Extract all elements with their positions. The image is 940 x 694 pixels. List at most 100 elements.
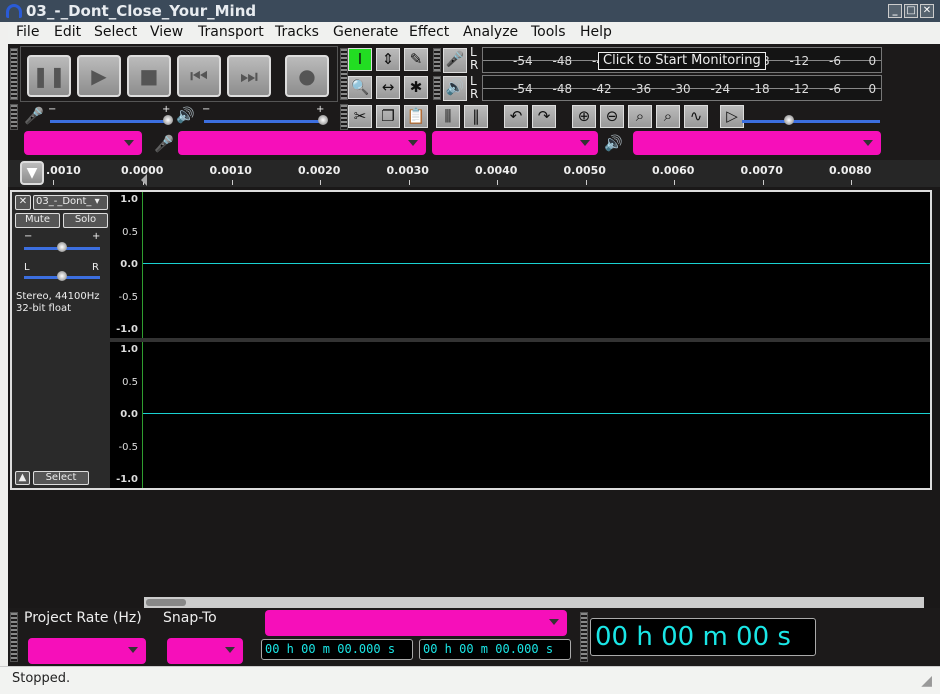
resize-grip-icon[interactable]: ◢: [921, 673, 932, 689]
menu-effect[interactable]: Effect: [409, 24, 449, 40]
menu-generate[interactable]: Generate: [333, 24, 398, 40]
play-meter-icon[interactable]: 🔊: [443, 76, 467, 101]
play-speed-slider[interactable]: [742, 120, 880, 123]
project-rate-label: Project Rate (Hz): [24, 610, 142, 626]
play-at-speed-button[interactable]: ▷: [720, 105, 744, 128]
ruler-tick: [53, 180, 54, 185]
close-window-button[interactable]: ✕: [920, 4, 934, 18]
draw-wave-button[interactable]: ∿: [684, 105, 708, 128]
menu-tracks[interactable]: Tracks: [275, 24, 319, 40]
maximize-button[interactable]: □: [904, 4, 918, 18]
toolbar-grip[interactable]: [433, 76, 441, 100]
menu-select[interactable]: Select: [94, 24, 137, 40]
record-meter-icon[interactable]: 🎤: [443, 48, 467, 73]
status-bar: Stopped. ◢: [0, 666, 940, 694]
envelope-tool-button[interactable]: ⇕: [376, 48, 400, 71]
transport-toolbar: ❚❚ ▶ ■ ⏮ ⏭ ●: [20, 46, 338, 102]
toolbar-grip[interactable]: [433, 48, 441, 72]
track-area: ✕ 03_-_Dont_ ▾ Mute Solo − + L R Stereo,…: [8, 187, 940, 609]
menu-help[interactable]: Help: [580, 24, 612, 40]
toolbar-grip[interactable]: [580, 612, 588, 662]
selection-mode-dropdown[interactable]: [265, 610, 567, 636]
ruler-tick-label: 0.0020: [298, 164, 341, 177]
channel-right[interactable]: 1.0 0.5 0.0 -0.5 -1.0: [110, 342, 930, 488]
meter-tick: -24: [710, 82, 731, 96]
cut-button[interactable]: ✂: [348, 105, 372, 128]
toolbar-grip[interactable]: [340, 48, 348, 100]
slider-thumb[interactable]: [57, 242, 67, 252]
meter-tick: -54: [513, 54, 533, 68]
menu-tools[interactable]: Tools: [531, 24, 566, 40]
monitor-tooltip[interactable]: Click to Start Monitoring: [598, 52, 766, 70]
recording-channels-dropdown[interactable]: [432, 131, 598, 155]
channel-left[interactable]: 1.0 0.5 0.0 -0.5 -1.0: [110, 192, 930, 338]
ruler-tick-label: 0.0070: [740, 164, 783, 177]
selection-end-time[interactable]: 00 h 00 m 00.000 s: [419, 639, 571, 660]
selection-start-time[interactable]: 00 h 00 m 00.000 s: [261, 639, 413, 660]
playback-device-dropdown[interactable]: [633, 131, 881, 155]
play-head-icon[interactable]: [141, 174, 147, 186]
minimize-button[interactable]: _: [888, 4, 902, 18]
multi-tool-button[interactable]: ✱: [404, 76, 428, 99]
skip-end-button[interactable]: ⏭: [227, 55, 271, 97]
waveform[interactable]: [142, 342, 930, 488]
stop-button[interactable]: ■: [127, 55, 171, 97]
silence-button[interactable]: ‖: [464, 105, 488, 128]
skip-start-button[interactable]: ⏮: [177, 55, 221, 97]
recording-volume-slider[interactable]: [50, 120, 168, 123]
snap-to-dropdown[interactable]: [167, 638, 243, 664]
menu-transport[interactable]: Transport: [198, 24, 264, 40]
pause-button[interactable]: ❚❚: [27, 55, 71, 97]
menu-view[interactable]: View: [150, 24, 183, 40]
zoom-out-button[interactable]: ⊖: [600, 105, 624, 128]
timeline-ruler[interactable]: ▼ .0010 0.0000 0.0010 0.0020 0.0030 0.0040 0.0…: [8, 160, 940, 187]
close-track-button[interactable]: ✕: [15, 195, 31, 210]
track-name-menu[interactable]: 03_-_Dont_ ▾: [33, 195, 108, 210]
redo-button[interactable]: ↷: [532, 105, 556, 128]
amplitude-label: -0.5: [118, 291, 138, 303]
mute-button[interactable]: Mute: [15, 213, 60, 228]
audio-host-dropdown[interactable]: [24, 131, 142, 155]
collapse-track-button[interactable]: ▲: [15, 471, 30, 485]
playback-meter[interactable]: -54 -48 -42 -36 -30 -24 -18 -12 -6 0: [482, 75, 882, 101]
solo-button[interactable]: Solo: [63, 213, 108, 228]
scrollbar-thumb[interactable]: [146, 599, 186, 606]
menu-file[interactable]: File: [16, 24, 39, 40]
selection-tool-button[interactable]: I: [348, 48, 372, 71]
playback-volume-slider[interactable]: [204, 120, 322, 123]
slider-thumb[interactable]: [318, 115, 328, 125]
slider-thumb[interactable]: [57, 271, 67, 281]
trim-button[interactable]: ⫼: [436, 105, 460, 128]
copy-button[interactable]: ❐: [376, 105, 400, 128]
meter-tick: -12: [789, 82, 810, 96]
timeline-menu-button[interactable]: ▼: [20, 161, 44, 185]
menu-analyze[interactable]: Analyze: [463, 24, 518, 40]
timeshift-tool-button[interactable]: ↔: [376, 76, 400, 99]
amplitude-label: 0.5: [122, 376, 138, 388]
audio-position-time[interactable]: 00 h 00 m 00 s: [590, 618, 816, 656]
toolbar-grip[interactable]: [10, 612, 18, 662]
select-track-button[interactable]: Select: [33, 471, 89, 485]
slider-max: +: [316, 104, 325, 115]
recording-device-dropdown[interactable]: [178, 131, 426, 155]
amplitude-label: 1.0: [120, 344, 138, 355]
waveform[interactable]: [142, 192, 930, 338]
toolbar-grip[interactable]: [340, 104, 348, 130]
toolbar-grip[interactable]: [10, 48, 18, 100]
fit-project-button[interactable]: ⌕: [656, 105, 680, 128]
undo-button[interactable]: ↶: [504, 105, 528, 128]
project-rate-dropdown[interactable]: [28, 638, 146, 664]
record-button[interactable]: ●: [285, 55, 329, 97]
toolbar-grip[interactable]: [10, 104, 18, 130]
draw-tool-button[interactable]: ✎: [404, 48, 428, 71]
zoom-tool-button[interactable]: 🔍: [348, 76, 372, 99]
slider-thumb[interactable]: [163, 115, 173, 125]
zoom-in-button[interactable]: ⊕: [572, 105, 596, 128]
play-button[interactable]: ▶: [77, 55, 121, 97]
paste-button[interactable]: 📋: [404, 105, 428, 128]
edit-toolbar: ✂ ❐ 📋 ⫼ ‖ ↶ ↷ ⊕ ⊖ ⌕ ⌕ ∿ ▷: [348, 105, 888, 131]
slider-thumb[interactable]: [784, 115, 794, 125]
menu-edit[interactable]: Edit: [54, 24, 81, 40]
fit-selection-button[interactable]: ⌕: [628, 105, 652, 128]
ruler-tick: [497, 180, 498, 185]
